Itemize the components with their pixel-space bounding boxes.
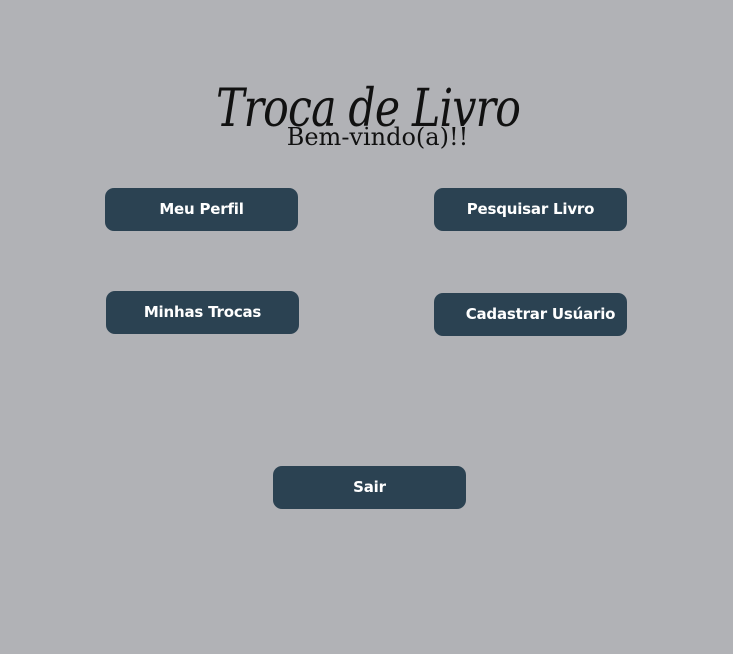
register-user-button[interactable]: Cadastrar Usúario (434, 293, 627, 336)
search-book-button[interactable]: Pesquisar Livro (434, 188, 627, 231)
logout-button[interactable]: Sair (273, 466, 466, 509)
my-profile-button[interactable]: Meu Perfil (105, 188, 298, 231)
my-trades-button[interactable]: Minhas Trocas (106, 291, 299, 334)
welcome-message: Bem-vindo(a)!! (286, 123, 469, 151)
